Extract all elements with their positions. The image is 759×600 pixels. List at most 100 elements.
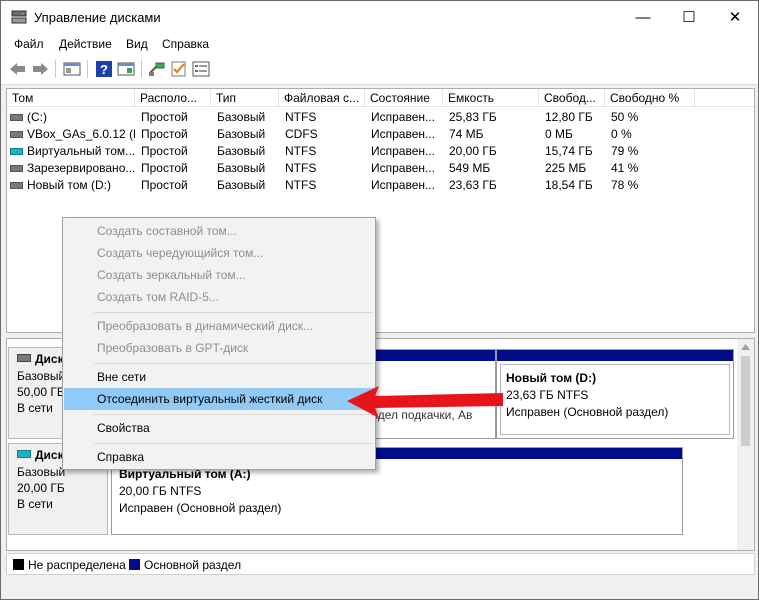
virtual-disk-icon: [10, 148, 23, 155]
disk-icon: [17, 354, 31, 362]
cell-capacity: 23,63 ГБ: [449, 178, 497, 192]
table-row[interactable]: (C:) Простой Базовый NTFS Исправен... 25…: [7, 109, 754, 126]
back-icon[interactable]: [8, 60, 28, 78]
cell-type: Базовый: [217, 127, 266, 141]
cell-type: Базовый: [217, 161, 266, 175]
menu-action[interactable]: Действие: [59, 37, 112, 51]
disk-state: В сети: [17, 497, 53, 511]
context-menu: Создать составной том... Создать чередую…: [62, 217, 376, 470]
column-header-layout[interactable]: Располо...: [135, 89, 211, 107]
connect-icon[interactable]: [147, 60, 167, 78]
menu-item-help[interactable]: Справка: [64, 446, 374, 468]
window-title: Управление дисками: [34, 10, 161, 25]
partition-size: 20,00 ГБ NTFS: [119, 484, 202, 498]
disk-state: В сети: [17, 401, 53, 415]
properties-icon[interactable]: [62, 60, 82, 78]
help-icon[interactable]: ?: [94, 60, 114, 78]
menu-item-convert-gpt: Преобразовать в GPT-диск: [97, 341, 249, 355]
partition-new-volume-d[interactable]: Новый том (D:) 23,63 ГБ NTFS Исправен (О…: [496, 349, 734, 439]
disk-size: 50,00 ГБ: [17, 385, 65, 399]
column-header-status[interactable]: Состояние: [365, 89, 443, 107]
column-header-free-percent[interactable]: Свободно %: [605, 89, 695, 107]
check-icon[interactable]: [169, 60, 189, 78]
scrollbar-thumb[interactable]: [741, 356, 750, 446]
cell-free: 12,80 ГБ: [545, 110, 593, 124]
partition-status: Исправен (Основной раздел): [506, 405, 669, 419]
cell-free-percent: 50 %: [611, 110, 639, 124]
virtual-disk-icon: [17, 450, 31, 458]
partition-title: Новый том (D:): [506, 371, 597, 385]
table-row[interactable]: Виртуальный том... Простой Базовый NTFS …: [7, 143, 754, 160]
legend-unallocated-label: Не распределена: [28, 558, 126, 572]
legend-bar: Не распределена Основной раздел: [6, 553, 755, 575]
menu-item-detach-vhd[interactable]: Отсоединить виртуальный жесткий диск: [64, 388, 374, 410]
cell-free-percent: 78 %: [611, 178, 639, 192]
disk-title: Диск: [35, 448, 64, 462]
disk-title: Диск: [35, 352, 64, 366]
menu-item-offline[interactable]: Вне сети: [64, 366, 374, 388]
table-row[interactable]: VBox_GAs_6.0.12 (E:) Простой Базовый CDF…: [7, 126, 754, 143]
disk-management-window: Управление дисками — ☐ ✕ Файл Действие В…: [0, 0, 759, 600]
legend-primary-swatch: [129, 559, 140, 570]
column-header-type[interactable]: Тип: [211, 89, 279, 107]
cell-type: Базовый: [217, 110, 266, 124]
cell-capacity: 549 МБ: [449, 161, 491, 175]
column-header-capacity[interactable]: Емкость: [443, 89, 539, 107]
toolbar-separator: [87, 60, 88, 78]
menu-item-create-spanned: Создать составной том...: [97, 224, 237, 238]
title-bar[interactable]: Управление дисками — ☐ ✕: [1, 1, 758, 33]
column-header-filesystem[interactable]: Файловая с...: [279, 89, 365, 107]
cell-layout: Простой: [141, 110, 188, 124]
cell-free: 15,74 ГБ: [545, 144, 593, 158]
disk-management-icon: [11, 10, 27, 24]
disk-type: Базовый: [17, 465, 66, 479]
maximize-button[interactable]: ☐: [666, 1, 712, 33]
volume-icon: [10, 182, 23, 189]
cell-free: 0 МБ: [545, 127, 573, 141]
menu-separator: [94, 312, 373, 313]
cell-status: Исправен...: [371, 127, 436, 141]
menu-bar: Файл Действие Вид Справка: [1, 33, 758, 55]
cell-free: 225 МБ: [545, 161, 587, 175]
cell-filesystem: NTFS: [285, 161, 317, 175]
cell-filesystem: NTFS: [285, 178, 317, 192]
menu-item-properties[interactable]: Свойства: [64, 417, 374, 439]
cell-status: Исправен...: [371, 178, 436, 192]
cell-volume: (C:): [27, 110, 47, 124]
minimize-button[interactable]: —: [620, 1, 666, 33]
vertical-scrollbar[interactable]: [737, 339, 754, 550]
cell-free-percent: 0 %: [611, 127, 632, 141]
menu-view[interactable]: Вид: [126, 37, 148, 51]
scroll-up-icon[interactable]: [741, 344, 750, 350]
partition-size: 23,63 ГБ NTFS: [506, 388, 589, 402]
console-tree-icon[interactable]: [116, 60, 136, 78]
cell-free-percent: 79 %: [611, 144, 639, 158]
settings-icon[interactable]: [191, 60, 211, 78]
cell-type: Базовый: [217, 178, 266, 192]
svg-text:?: ?: [100, 62, 108, 77]
cell-status: Исправен...: [371, 161, 436, 175]
menu-file[interactable]: Файл: [14, 37, 44, 51]
cell-filesystem: NTFS: [285, 144, 317, 158]
volume-icon: [10, 114, 23, 121]
column-header-free[interactable]: Свобод...: [539, 89, 605, 107]
menu-separator: [94, 443, 373, 444]
partition-status: Исправен (Основной раздел): [119, 501, 282, 515]
menu-help[interactable]: Справка: [162, 37, 209, 51]
volume-icon: [10, 165, 23, 172]
toolbar-separator: [141, 60, 142, 78]
close-button[interactable]: ✕: [712, 1, 758, 33]
column-header-volume[interactable]: Том: [7, 89, 135, 107]
cell-capacity: 74 МБ: [449, 127, 484, 141]
disk-size: 20,00 ГБ: [17, 481, 65, 495]
cell-volume: Зарезервировано...: [27, 161, 135, 175]
cell-layout: Простой: [141, 127, 188, 141]
menu-separator: [94, 363, 373, 364]
menu-item-create-mirrored: Создать зеркальный том...: [97, 268, 246, 282]
partition-color-bar: [497, 350, 733, 361]
menu-item-create-striped: Создать чередующийся том...: [97, 246, 264, 260]
forward-icon[interactable]: [30, 60, 50, 78]
cell-free-percent: 41 %: [611, 161, 639, 175]
table-row[interactable]: Новый том (D:) Простой Базовый NTFS Испр…: [7, 177, 754, 194]
table-row[interactable]: Зарезервировано... Простой Базовый NTFS …: [7, 160, 754, 177]
